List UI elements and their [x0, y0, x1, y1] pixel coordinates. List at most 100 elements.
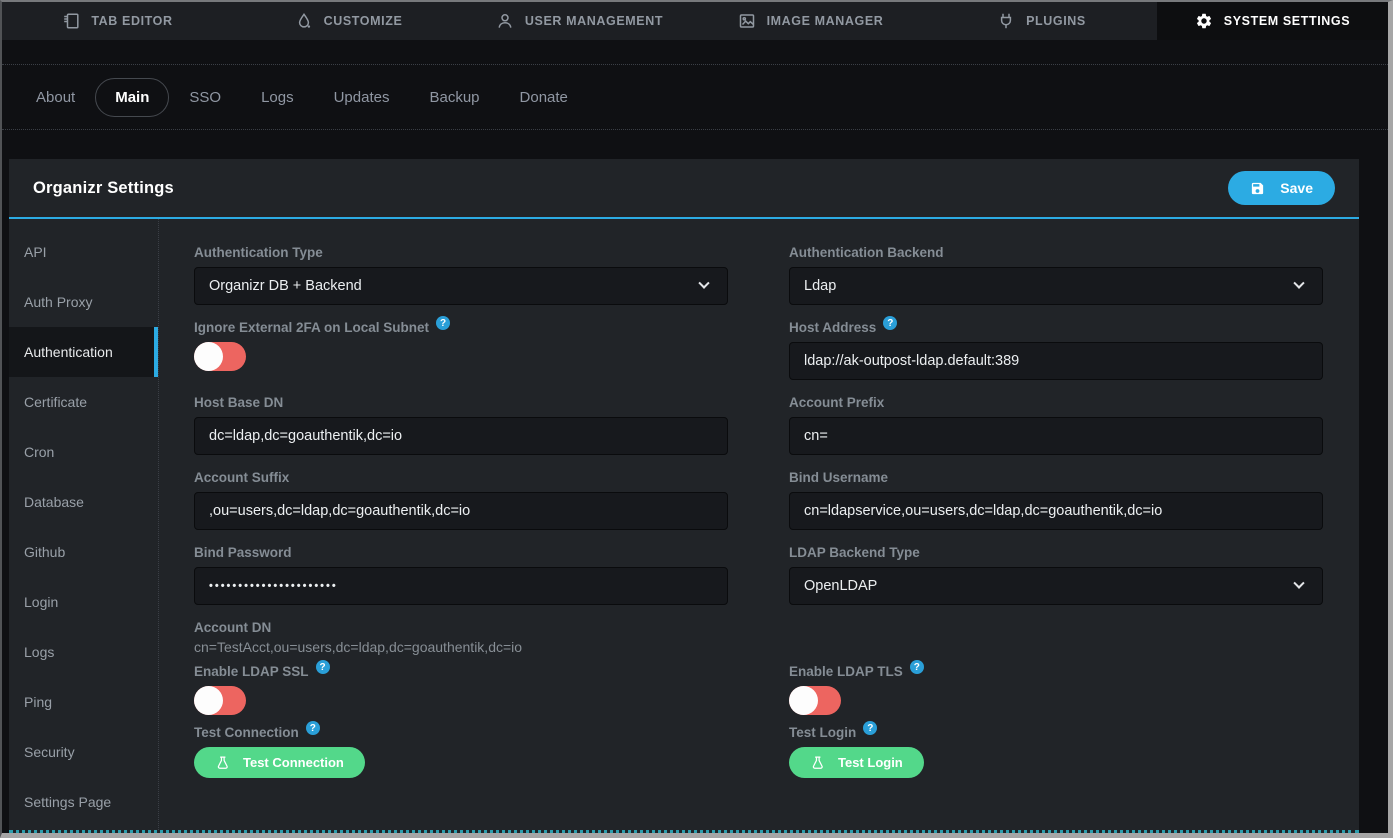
nav-image-manager[interactable]: IMAGE MANAGER	[695, 2, 926, 40]
enable-ldap-ssl-toggle[interactable]	[194, 686, 246, 715]
settings-sidebar: API Auth Proxy Authentication Certificat…	[9, 219, 159, 830]
field-label: Test Connection ?	[194, 725, 728, 740]
field-label: Account DN	[194, 620, 728, 635]
nav-tab-editor[interactable]: TAB EDITOR	[2, 2, 233, 40]
test-connection-button[interactable]: Test Connection	[194, 747, 365, 778]
host-base-dn-input[interactable]	[194, 417, 728, 455]
help-icon[interactable]: ?	[910, 660, 924, 674]
button-label: Test Login	[838, 755, 903, 770]
sidebar-item-certificate[interactable]: Certificate	[9, 377, 158, 427]
label-text: Authentication Backend	[789, 245, 944, 260]
enable-ldap-tls-toggle[interactable]	[789, 686, 841, 715]
sidebar-item-authentication[interactable]: Authentication	[9, 327, 158, 377]
tab-main[interactable]: Main	[95, 78, 169, 117]
page-title: Organizr Settings	[33, 179, 174, 198]
ignore-external-2fa-toggle[interactable]	[194, 342, 246, 371]
bind-password-input[interactable]	[194, 567, 728, 605]
field-test-connection: Test Connection ? Test Connection	[194, 725, 728, 778]
field-enable-ldap-tls: Enable LDAP TLS ?	[789, 664, 1323, 715]
authentication-backend-select[interactable]: Ldap	[789, 267, 1323, 305]
test-login-button[interactable]: Test Login	[789, 747, 924, 778]
select-value: Organizr DB + Backend	[209, 278, 362, 294]
sidebar-item-login[interactable]: Login	[9, 577, 158, 627]
save-label: Save	[1280, 180, 1313, 196]
label-text: Test Login	[789, 725, 856, 740]
top-nav: TAB EDITOR CUSTOMIZE USER MANAGEMENT IMA…	[2, 2, 1388, 40]
flask-icon	[810, 756, 824, 770]
field-ignore-external-2fa: Ignore External 2FA on Local Subnet ?	[194, 320, 728, 380]
sidebar-item-api[interactable]: API	[9, 227, 158, 277]
sidebar-item-ping[interactable]: Ping	[9, 677, 158, 727]
label-text: Enable LDAP SSL	[194, 664, 309, 679]
toggle-knob	[789, 686, 818, 715]
gear-icon	[1195, 12, 1213, 30]
label-text: Ignore External 2FA on Local Subnet	[194, 320, 429, 335]
empty-cell	[789, 620, 1323, 664]
field-ldap-backend-type: LDAP Backend Type OpenLDAP	[789, 545, 1323, 605]
nav-system-settings[interactable]: SYSTEM SETTINGS	[1157, 2, 1388, 40]
sidebar-item-database[interactable]: Database	[9, 477, 158, 527]
tab-backup[interactable]: Backup	[409, 78, 499, 117]
authentication-type-select[interactable]: Organizr DB + Backend	[194, 267, 728, 305]
sidebar-item-github[interactable]: Github	[9, 527, 158, 577]
tab-donate[interactable]: Donate	[500, 78, 588, 117]
ldap-backend-type-select[interactable]: OpenLDAP	[789, 567, 1323, 605]
sidebar-item-auth-proxy[interactable]: Auth Proxy	[9, 277, 158, 327]
nav-label: SYSTEM SETTINGS	[1224, 14, 1350, 28]
chevron-down-icon	[698, 278, 709, 289]
account-suffix-input[interactable]	[194, 492, 728, 530]
authentication-form: Authentication Type Organizr DB + Backen…	[159, 219, 1359, 830]
host-address-input[interactable]	[789, 342, 1323, 380]
field-label: Ignore External 2FA on Local Subnet ?	[194, 320, 728, 335]
field-bind-username: Bind Username	[789, 470, 1323, 530]
field-account-suffix: Account Suffix	[194, 470, 728, 530]
nav-plugins[interactable]: PLUGINS	[926, 2, 1157, 40]
tab-editor-icon	[62, 12, 80, 30]
field-bind-password: Bind Password	[194, 545, 728, 605]
bind-username-input[interactable]	[789, 492, 1323, 530]
tab-sso[interactable]: SSO	[169, 78, 241, 117]
field-label: LDAP Backend Type	[789, 545, 1323, 560]
field-label: Account Suffix	[194, 470, 728, 485]
nav-label: PLUGINS	[1026, 14, 1086, 28]
sidebar-item-logs[interactable]: Logs	[9, 627, 158, 677]
field-label: Enable LDAP TLS ?	[789, 664, 1323, 679]
help-icon[interactable]: ?	[316, 660, 330, 674]
field-authentication-type: Authentication Type Organizr DB + Backen…	[194, 245, 728, 305]
field-authentication-backend: Authentication Backend Ldap	[789, 245, 1323, 305]
sidebar-item-cron[interactable]: Cron	[9, 427, 158, 477]
field-enable-ldap-ssl: Enable LDAP SSL ?	[194, 664, 728, 715]
chevron-down-icon	[1293, 578, 1304, 589]
label-text: Enable LDAP TLS	[789, 664, 903, 679]
help-icon[interactable]: ?	[883, 316, 897, 330]
nav-customize[interactable]: CUSTOMIZE	[233, 2, 464, 40]
nav-label: IMAGE MANAGER	[767, 14, 884, 28]
nav-label: CUSTOMIZE	[324, 14, 403, 28]
field-host-base-dn: Host Base DN	[194, 395, 728, 455]
label-text: Test Connection	[194, 725, 299, 740]
label-text: Authentication Type	[194, 245, 323, 260]
plug-icon	[997, 12, 1015, 30]
tab-updates[interactable]: Updates	[314, 78, 410, 117]
settings-tab-strip: About Main SSO Logs Updates Backup Donat…	[2, 64, 1388, 130]
field-label: Bind Password	[194, 545, 728, 560]
sidebar-item-settings-page[interactable]: Settings Page	[9, 777, 158, 827]
field-label: Test Login ?	[789, 725, 1323, 740]
nav-user-management[interactable]: USER MANAGEMENT	[464, 2, 695, 40]
save-button[interactable]: Save	[1228, 171, 1335, 205]
tab-about[interactable]: About	[16, 78, 95, 117]
label-text: Host Base DN	[194, 395, 283, 410]
account-prefix-input[interactable]	[789, 417, 1323, 455]
image-icon	[738, 12, 756, 30]
help-icon[interactable]: ?	[436, 316, 450, 330]
tab-logs[interactable]: Logs	[241, 78, 314, 117]
sidebar-item-security[interactable]: Security	[9, 727, 158, 777]
help-icon[interactable]: ?	[863, 721, 877, 735]
select-value: Ldap	[804, 278, 836, 294]
label-text: Account DN	[194, 620, 271, 635]
nav-label: TAB EDITOR	[91, 14, 172, 28]
user-icon	[496, 12, 514, 30]
label-text: Bind Password	[194, 545, 292, 560]
help-icon[interactable]: ?	[306, 721, 320, 735]
label-text: Account Suffix	[194, 470, 289, 485]
